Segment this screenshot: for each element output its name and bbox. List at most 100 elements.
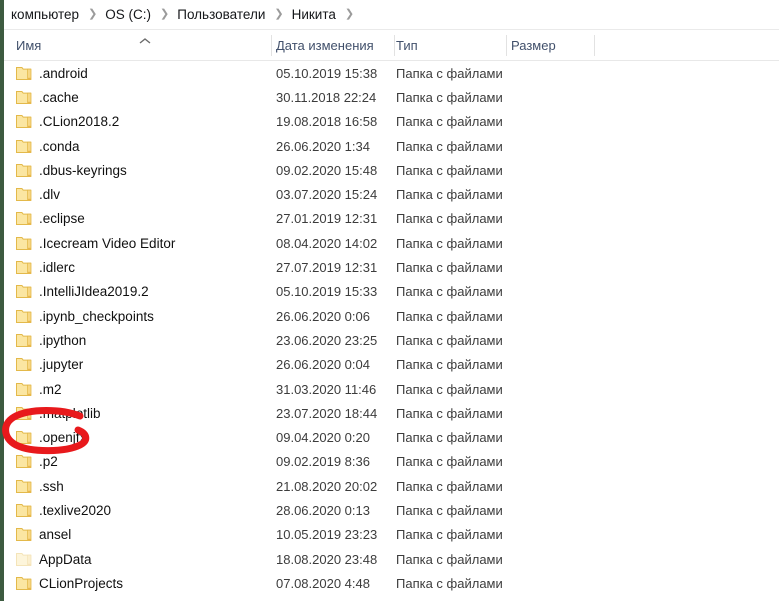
column-header-1[interactable]: Дата изменения [276, 30, 394, 60]
table-row[interactable]: .IntelliJIdea2019.2 05.10.2019 15:33 Папка… [4, 280, 779, 304]
file-type-cell: Папка с файлами [396, 89, 503, 105]
folder-icon [16, 430, 32, 445]
file-date-cell: 26.06.2020 0:06 [276, 308, 370, 324]
column-resize-handle-3[interactable] [594, 35, 595, 56]
breadcrumb[interactable]: компьютер ❯ OS (C:) ❯ Пользователи ❯ Никита ❯ [4, 0, 779, 29]
folder-icon [16, 576, 32, 591]
file-name-label: .ipynb_checkpoints [39, 308, 154, 324]
folder-icon [16, 163, 32, 178]
column-header-label: Имя [16, 37, 42, 53]
table-row[interactable]: .ipython 23.06.2020 23:25 Папка с файлами [4, 328, 779, 352]
table-row[interactable]: .ssh 21.08.2020 20:02 Папка с файлами [4, 474, 779, 498]
file-name-cell[interactable]: .IntelliJIdea2019.2 [16, 284, 266, 299]
table-row[interactable]: CLionProjects 07.08.2020 4:48 Папка с файл… [4, 571, 779, 595]
file-name-cell[interactable]: .openjfx [16, 430, 266, 445]
file-name-cell[interactable]: .jupyter [16, 357, 266, 372]
table-row[interactable]: .openjfx 09.04.2020 0:20 Папка с файлами [4, 425, 779, 449]
table-row[interactable]: .matplotlib 23.07.2020 18:44 Папка с файла… [4, 401, 779, 425]
column-header-3[interactable]: Размер [511, 30, 594, 60]
file-name-label: .jupyter [39, 357, 84, 373]
file-date-cell: 08.04.2020 14:02 [276, 235, 378, 251]
table-row[interactable]: .jupyter 26.06.2020 0:04 Папка с файлами [4, 353, 779, 377]
folder-icon [16, 284, 32, 299]
folder-icon [16, 357, 32, 372]
file-list[interactable]: .android 05.10.2019 15:38 Папка с файлами.… [4, 61, 779, 601]
file-date-cell: 30.11.2018 22:24 [276, 89, 377, 105]
file-name-label: .eclipse [39, 211, 85, 227]
file-type-cell: Папка с файлами [396, 162, 503, 178]
file-name-cell[interactable]: AppData [16, 552, 266, 567]
file-name-cell[interactable]: .ipynb_checkpoints [16, 309, 266, 324]
table-row[interactable]: .conda 26.06.2020 1:34 Папка с файлами [4, 134, 779, 158]
file-name-label: .openjfx [39, 430, 87, 446]
file-type-cell: Папка с файлами [396, 211, 503, 227]
table-row[interactable]: .texlive2020 28.06.2020 0:13 Папка с файла… [4, 498, 779, 522]
file-name-cell[interactable]: .conda [16, 139, 266, 154]
table-row[interactable]: ansel 10.05.2019 23:23 Папка с файлами [4, 523, 779, 547]
file-name-cell[interactable]: .ipython [16, 333, 266, 348]
table-row[interactable]: git-test08.08.2020 11:34Папка с файлами [4, 596, 779, 601]
file-name-cell[interactable]: .texlive2020 [16, 503, 266, 518]
file-name-label: .ssh [39, 478, 64, 494]
file-name-cell[interactable]: .CLion2018.2 [16, 114, 266, 129]
file-name-cell[interactable]: .m2 [16, 382, 266, 397]
file-date-cell: 28.06.2020 0:13 [276, 502, 370, 518]
file-name-cell[interactable]: ansel [16, 527, 266, 542]
column-resize-handle-2[interactable] [506, 35, 507, 56]
folder-icon [16, 479, 32, 494]
file-name-label: .IntelliJIdea2019.2 [39, 284, 149, 300]
table-row[interactable]: .idlerc 27.07.2019 12:31 Папка с файлами [4, 255, 779, 279]
column-resize-handle-1[interactable] [394, 35, 395, 56]
folder-icon [16, 454, 32, 469]
file-name-cell[interactable]: .android [16, 66, 266, 81]
file-name-cell[interactable]: .ssh [16, 479, 266, 494]
file-name-cell[interactable]: .idlerc [16, 260, 266, 275]
table-row[interactable]: .android 05.10.2019 15:38 Папка с файлами [4, 61, 779, 85]
table-row[interactable]: .Icecream Video Editor 08.04.2020 14:02 Па… [4, 231, 779, 255]
table-row[interactable]: .dlv 03.07.2020 15:24 Папка с файлами [4, 182, 779, 206]
file-name-label: AppData [39, 551, 92, 567]
file-type-cell: Папка с файлами [396, 65, 503, 81]
folder-icon [16, 552, 32, 567]
breadcrumb-item-3[interactable]: Никита [291, 7, 337, 22]
table-row[interactable]: AppData 18.08.2020 23:48 Папка с файлами [4, 547, 779, 571]
file-name-label: ansel [39, 527, 72, 543]
column-header-2[interactable]: Тип [396, 30, 506, 60]
file-name-label: .android [39, 65, 88, 81]
file-type-cell: Папка с файлами [396, 430, 503, 446]
file-name-cell[interactable]: .Icecream Video Editor [16, 236, 266, 251]
file-name-cell[interactable]: CLionProjects [16, 576, 266, 591]
folder-icon [16, 236, 32, 251]
folder-icon [16, 406, 32, 421]
file-name-cell[interactable]: .cache [16, 90, 266, 105]
table-row[interactable]: .cache 30.11.2018 22:24 Папка с файлами [4, 85, 779, 109]
column-resize-handle-0[interactable] [271, 35, 272, 56]
folder-icon [16, 66, 32, 81]
file-name-cell[interactable]: .dbus-keyrings [16, 163, 266, 178]
breadcrumb-item-2[interactable]: Пользователи [176, 7, 266, 22]
file-type-cell: Папка с файлами [396, 405, 503, 421]
file-name-cell[interactable]: .p2 [16, 454, 266, 469]
folder-icon [16, 333, 32, 348]
table-row[interactable]: .m2 31.03.2020 11:46 Папка с файлами [4, 377, 779, 401]
file-name-cell[interactable]: .eclipse [16, 211, 266, 226]
file-type-cell: Папка с файлами [396, 357, 503, 373]
file-name-label: .matplotlib [39, 405, 101, 421]
file-name-label: .p2 [39, 454, 58, 470]
table-row[interactable]: .dbus-keyrings 09.02.2020 15:48 Папка с фа… [4, 158, 779, 182]
file-type-cell: Папка с файлами [396, 575, 503, 591]
table-row[interactable]: .eclipse 27.01.2019 12:31 Папка с файлами [4, 207, 779, 231]
breadcrumb-chevron-right-icon: ❯ [160, 8, 170, 20]
file-name-cell[interactable]: .matplotlib [16, 406, 266, 421]
folder-icon [16, 114, 32, 129]
file-name-label: .m2 [39, 381, 62, 397]
breadcrumb-item-0[interactable]: компьютер [10, 7, 80, 22]
table-row[interactable]: .p2 09.02.2019 8:36 Папка с файлами [4, 450, 779, 474]
file-type-cell: Папка с файлами [396, 527, 503, 543]
table-row[interactable]: .ipynb_checkpoints 26.06.2020 0:06 Папка с… [4, 304, 779, 328]
file-date-cell: 26.06.2020 0:04 [276, 357, 370, 373]
file-name-cell[interactable]: .dlv [16, 187, 266, 202]
folder-icon [16, 211, 32, 226]
breadcrumb-item-1[interactable]: OS (C:) [104, 7, 152, 22]
table-row[interactable]: .CLion2018.2 19.08.2018 16:58 Папка с файл… [4, 110, 779, 134]
